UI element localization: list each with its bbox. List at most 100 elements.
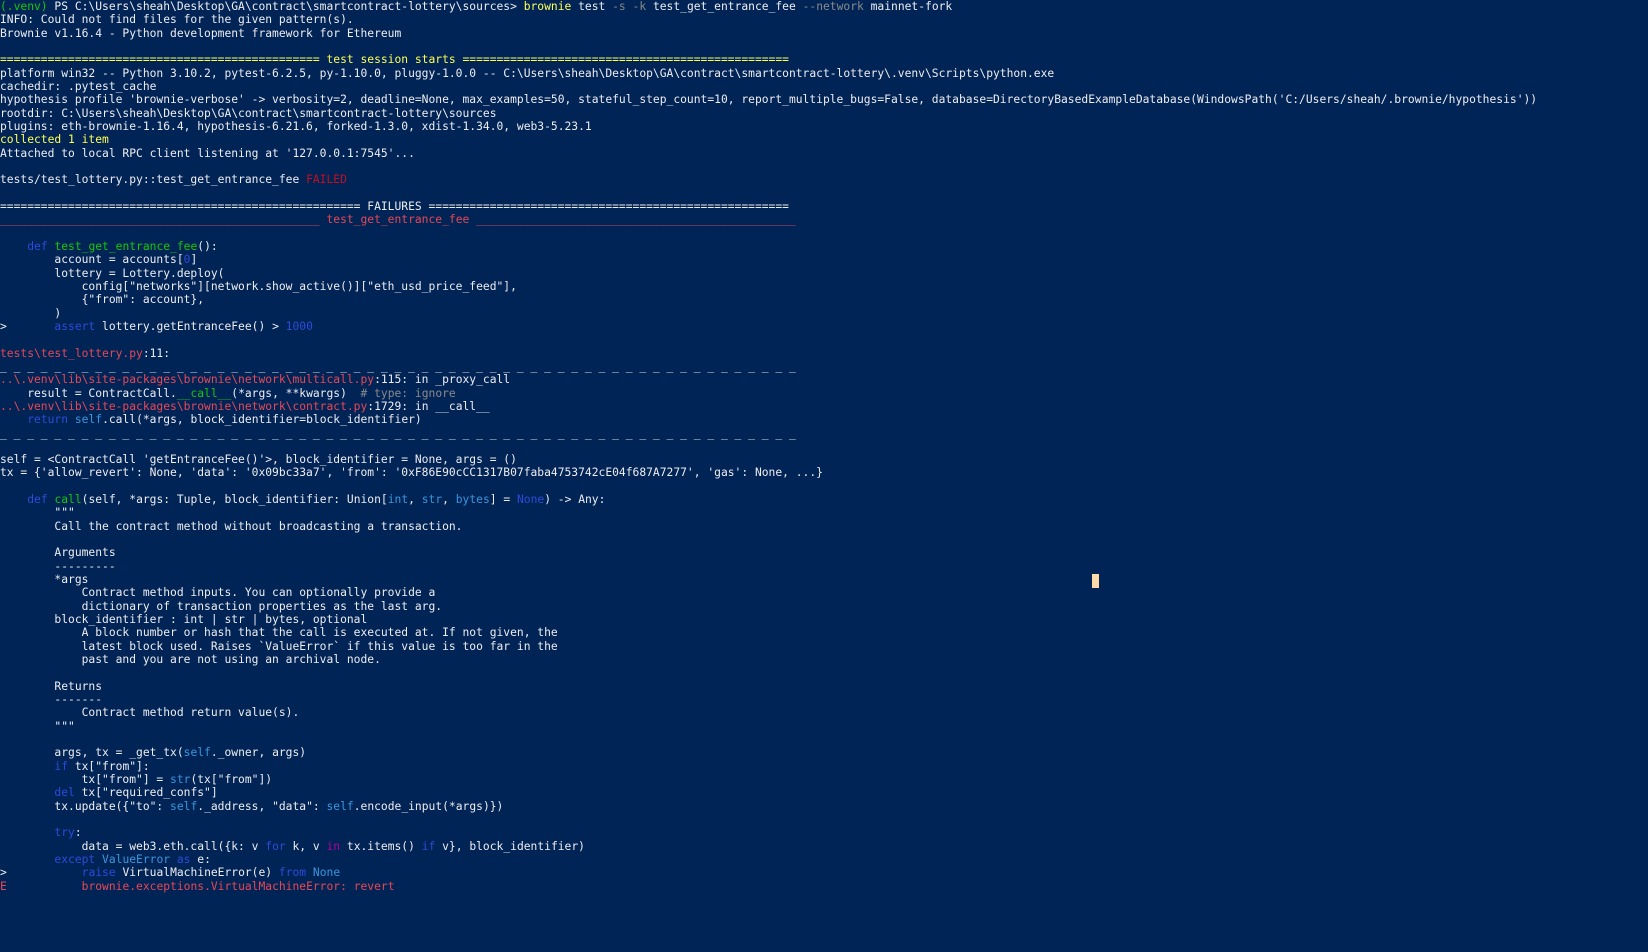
error-e-marker: E	[0, 879, 7, 893]
location-file: tests\test_lottery.py	[0, 346, 143, 360]
type-int: int	[387, 493, 409, 507]
source-line: tx["from"] = str(tx["from"])	[0, 773, 273, 787]
trace-file: ..\.venv\lib\site-packages\brownie\netwo…	[0, 373, 375, 387]
info-line: INFO: Could not find files for the given…	[0, 13, 354, 27]
docstring-line: -------	[0, 693, 103, 707]
plugins-line: plugins: eth-brownie-1.16.4, hypothesis-…	[0, 119, 592, 133]
function-name: call	[54, 493, 82, 507]
trace-code-line: result = ContractCall.__call__(*args, **…	[0, 386, 456, 400]
locals-self-line: self = <ContractCall 'getEntranceFee()'>…	[0, 453, 517, 467]
keyword-return: return	[27, 413, 69, 427]
keyword-del: del	[54, 786, 75, 800]
docstring-line: Arguments	[0, 546, 116, 560]
keyword-except: except	[54, 853, 96, 866]
hypothesis-line: hypothesis profile 'brownie-verbose' -> …	[0, 93, 1538, 107]
type-bytes: bytes	[455, 493, 490, 507]
source-line: data = web3.eth.call({k: v for k, v in t…	[0, 839, 585, 853]
error-message: brownie.exceptions.VirtualMachineError: …	[81, 879, 395, 893]
command-flag-k: -k	[625, 0, 653, 13]
test-status-failed: FAILED	[306, 173, 347, 187]
docstring-line: dictionary of transaction properties as …	[0, 599, 443, 613]
source-line: {"from": account},	[0, 293, 205, 307]
command-test-name: test_get_entrance_fee	[652, 0, 803, 13]
docstring-line: """	[0, 719, 75, 733]
trace-file: ..\.venv\lib\site-packages\brownie\netwo…	[0, 399, 368, 413]
keyword-raise: raise	[81, 866, 116, 880]
failures-banner: ========================================…	[0, 199, 789, 213]
keyword-for: for	[265, 839, 286, 853]
keyword-in: in	[326, 839, 341, 853]
keyword-none: None	[516, 493, 545, 507]
function-name: test_get_entrance_fee	[54, 239, 198, 253]
prompt-path: PS C:\Users\sheah\Desktop\GA\contract\sm…	[47, 0, 524, 13]
location-line: tests\test_lottery.py:11:	[0, 346, 171, 360]
brownie-version-line: Brownie v1.16.4 - Python development fra…	[0, 26, 402, 40]
source-line: except ValueError as e:	[54, 853, 211, 866]
text-cursor	[1092, 574, 1099, 588]
function-name: __call__	[176, 386, 232, 400]
source-line: config["networks"][network.show_active()…	[0, 279, 517, 293]
self-keyword: self	[170, 799, 198, 813]
keyword-def: def	[27, 493, 48, 507]
error-marker: >	[0, 319, 7, 333]
source-line: def test_get_entrance_fee():	[27, 239, 218, 253]
builtin-str: str	[170, 773, 191, 787]
command-flag-s: -s	[612, 0, 626, 13]
source-line: if tx["from"]:	[54, 759, 150, 773]
terminal-window[interactable]: (.venv) PS C:\Users\sheah\Desktop\GA\con…	[0, 0, 1648, 952]
docstring-line: Call the contract method without broadca…	[0, 519, 463, 533]
docstring-line: *args	[0, 573, 89, 587]
failure-title-rule-left: ________________________________________…	[0, 213, 327, 227]
code-comment: # type: ignore	[360, 386, 456, 400]
source-line: args, tx = _get_tx(self._owner, args)	[0, 746, 307, 760]
locals-tx-line: tx = {'allow_revert': None, 'data': '0x0…	[0, 466, 823, 480]
attached-line: Attached to local RPC client listening a…	[0, 146, 415, 160]
keyword-if: if	[54, 759, 69, 773]
keyword-if: if	[421, 839, 436, 853]
source-line-error: > raise VirtualMachineError(e) from None	[0, 866, 341, 880]
source-line-error: > assert lottery.getEntranceFee() > 1000	[0, 319, 313, 333]
source-line: )	[0, 306, 62, 320]
error-marker: >	[0, 866, 7, 880]
command-subcommand: test	[571, 0, 613, 13]
keyword-as: as	[176, 853, 191, 866]
command-prompt-line: (.venv) PS C:\Users\sheah\Desktop\GA\con…	[0, 0, 1648, 13]
docstring-line: Contract method return value(s).	[0, 706, 300, 720]
keyword-from: from	[278, 866, 307, 880]
source-line: del tx["required_confs"]	[54, 786, 218, 800]
keyword-try: try	[54, 826, 75, 840]
number-literal: 1000	[285, 319, 313, 333]
self-keyword: self	[74, 413, 103, 427]
command-name: brownie	[523, 0, 572, 13]
docstring-line: past and you are not using an archival n…	[0, 653, 381, 667]
trace-code-line: return self.call(*args, block_identifier…	[27, 413, 422, 427]
rootdir-line: rootdir: C:\Users\sheah\Desktop\GA\contr…	[0, 106, 497, 120]
source-line: try:	[54, 826, 82, 840]
docstring-line: block_identifier : int | str | bytes, op…	[0, 613, 368, 627]
docstring-line: Contract method inputs. You can optional…	[0, 586, 436, 600]
source-line: tx.update({"to": self._address, "data": …	[0, 799, 504, 813]
separator-line: _ _ _ _ _ _ _ _ _ _ _ _ _ _ _ _ _ _ _ _ …	[0, 426, 796, 440]
self-keyword: self	[326, 799, 354, 813]
command-network-value: mainnet-fork	[863, 0, 953, 13]
venv-indicator: (.venv)	[0, 0, 48, 13]
docstring-line: A block number or hash that the call is …	[0, 626, 558, 640]
test-path: tests/test_lottery.py::test_get_entrance…	[0, 173, 307, 187]
failure-title-line: ________________________________________…	[0, 213, 1648, 226]
type-str: str	[421, 493, 443, 507]
failure-title-rule-right: ________________________________________…	[469, 213, 796, 227]
test-result-line: tests/test_lottery.py::test_get_entrance…	[0, 173, 1648, 186]
docstring-line: """	[0, 506, 75, 520]
self-keyword: self	[183, 746, 211, 760]
error-message-line: E brownie.exceptions.VirtualMachineError…	[0, 880, 1648, 893]
